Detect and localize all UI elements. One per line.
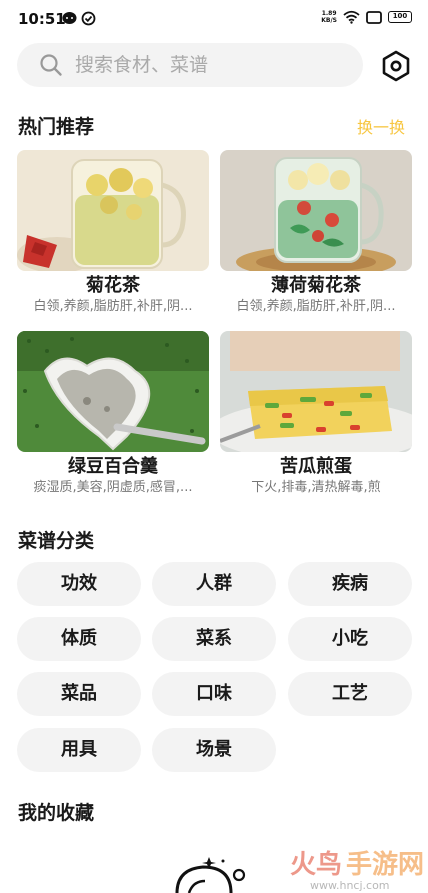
recipe-image-bitter-melon-omelette [220,331,412,452]
search-icon [40,54,62,76]
section-title-recommend: 热门推荐 [18,116,95,138]
category-chip-flavor[interactable]: 口味 [152,672,276,716]
recipe-title: 绿豆百合羹 [68,456,158,477]
section-title-favorites: 我的收藏 [18,802,95,824]
recipe-image-mint-chrysanthemum-tea [220,150,412,271]
recipe-card-1[interactable]: 菊花茶 白领,养颜,脂肪肝,补肝,阴... [17,150,209,316]
svg-text:www.hncj.com: www.hncj.com [310,879,390,892]
screen-frame-icon [366,10,382,24]
recipe-image-chrysanthemum-tea [17,150,209,271]
recipe-title: 苦瓜煎蛋 [280,456,352,477]
recipe-title: 菊花茶 [86,275,140,296]
empty-favorites-illustration-icon [175,857,246,893]
recipe-tags: 下火,排毒,清热解毒,煎 [251,480,381,495]
recipe-tags: 白领,养颜,脂肪肝,补肝,阴... [236,299,396,314]
recipe-tags: 白领,养颜,脂肪肝,补肝,阴... [33,299,193,314]
category-chip-technique[interactable]: 工艺 [288,672,412,716]
category-chip-efficacy[interactable]: 功效 [17,562,141,606]
battery-icon: 100 [388,11,412,23]
settings-hexagon-icon[interactable] [380,50,412,82]
recipe-card-2[interactable]: 薄荷菊花茶 白领,养颜,脂肪肝,补肝,阴... [220,150,412,316]
svg-text:火鸟: 火鸟 [290,849,342,880]
category-chip-scene[interactable]: 场景 [152,728,276,772]
category-chip-constitution[interactable]: 体质 [17,617,141,661]
site-watermark-logo-icon: 火鸟 手游网 www.hncj.com [290,849,424,892]
status-bar: 10:51 1.89 KB/S 100 [0,0,428,38]
category-chip-cuisine[interactable]: 菜系 [152,617,276,661]
category-chip-crowd[interactable]: 人群 [152,562,276,606]
status-time: 10:51 [18,10,66,28]
category-chip-snack[interactable]: 小吃 [288,617,412,661]
recipe-card-4[interactable]: 苦瓜煎蛋 下火,排毒,清热解毒,煎 [220,331,412,497]
category-chip-disease[interactable]: 疾病 [288,562,412,606]
recipe-title: 薄荷菊花茶 [271,275,361,296]
search-input[interactable] [75,43,345,87]
chat-bubble-icon [62,12,77,24]
refresh-button[interactable]: 换一换 [357,114,405,138]
svg-text:手游网: 手游网 [346,850,424,880]
wifi-icon [343,10,360,24]
section-title-categories: 菜谱分类 [18,530,95,552]
network-speed: 1.89 KB/S [321,10,337,24]
category-chip-dish[interactable]: 菜品 [17,672,141,716]
check-circle-icon [81,11,96,26]
recipe-tags: 痰湿质,美容,阴虚质,感冒,... [33,480,193,495]
category-chip-utensil[interactable]: 用具 [17,728,141,772]
search-bar[interactable] [17,43,363,87]
recipe-image-mung-bean-lily-soup [17,331,209,452]
recipe-card-3[interactable]: 绿豆百合羹 痰湿质,美容,阴虚质,感冒,... [17,331,209,497]
